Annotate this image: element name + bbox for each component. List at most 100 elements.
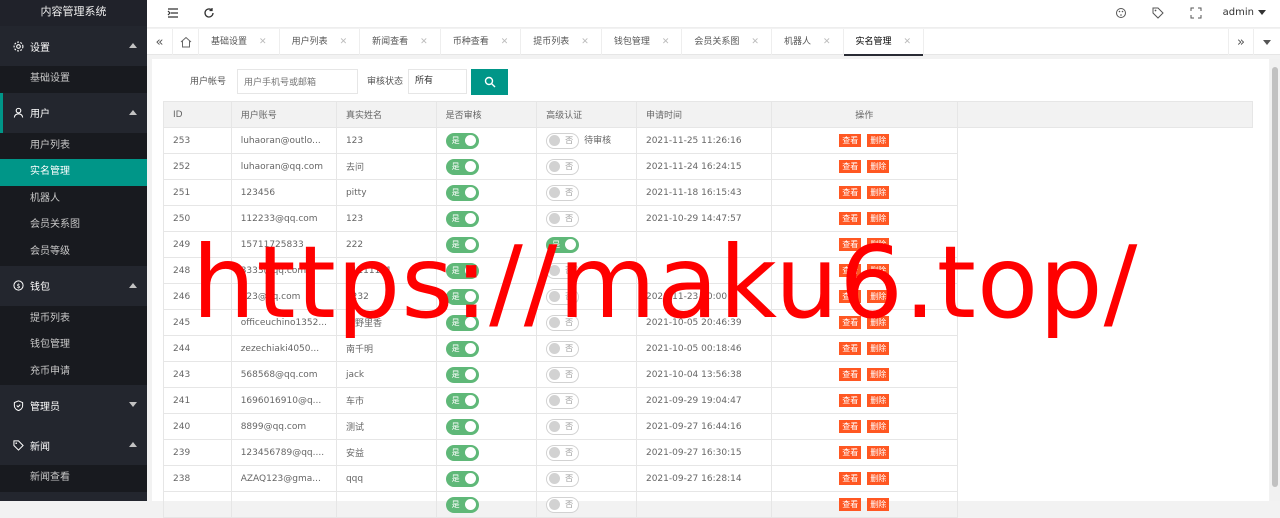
delete-button[interactable]: 删除: [867, 160, 890, 173]
refresh-icon[interactable]: [202, 6, 216, 20]
sidebar-item[interactable]: 用户列表: [0, 133, 147, 160]
sidebar-group-2[interactable]: $ 钱包: [0, 266, 147, 306]
view-button[interactable]: 查看: [839, 264, 862, 277]
close-icon[interactable]: ✕: [904, 37, 912, 47]
audit-switch[interactable]: 是: [445, 262, 479, 279]
sidebar-item[interactable]: 会员关系图: [0, 212, 147, 239]
tab[interactable]: 币种查看 ✕: [441, 29, 522, 55]
advanced-switch[interactable]: 否: [546, 210, 580, 227]
account-search-input[interactable]: [237, 69, 358, 94]
view-button[interactable]: 查看: [839, 160, 862, 173]
advanced-switch[interactable]: 否: [546, 444, 580, 461]
home-icon[interactable]: [173, 29, 199, 55]
tabs-scroll-left-icon[interactable]: «: [147, 29, 173, 55]
view-button[interactable]: 查看: [839, 394, 862, 407]
view-button[interactable]: 查看: [839, 238, 862, 251]
tabs-menu-icon[interactable]: [1254, 29, 1280, 55]
delete-button[interactable]: 删除: [867, 394, 890, 407]
advanced-switch[interactable]: 否: [546, 496, 580, 513]
tabs-scroll-right-icon[interactable]: »: [1228, 29, 1254, 55]
advanced-switch[interactable]: 否: [546, 418, 580, 435]
audit-switch[interactable]: 是: [445, 132, 479, 149]
close-icon[interactable]: ✕: [751, 37, 759, 47]
sidebar-group-1[interactable]: 用户: [0, 92, 147, 133]
tab[interactable]: 基础设置 ✕: [199, 29, 280, 55]
sidebar-item[interactable]: 充币申请: [0, 359, 147, 386]
audit-switch[interactable]: 是: [445, 444, 479, 461]
view-button[interactable]: 查看: [839, 472, 862, 485]
delete-button[interactable]: 删除: [867, 264, 890, 277]
close-icon[interactable]: ✕: [340, 37, 348, 47]
close-icon[interactable]: ✕: [662, 37, 670, 47]
delete-button[interactable]: 删除: [867, 238, 890, 251]
advanced-switch[interactable]: 否: [546, 262, 580, 279]
tab[interactable]: 实名管理 ✕: [843, 29, 925, 56]
delete-button[interactable]: 删除: [867, 446, 890, 459]
delete-button[interactable]: 删除: [867, 186, 890, 199]
tab[interactable]: 钱包管理 ✕: [602, 29, 683, 55]
audit-switch[interactable]: 是: [445, 470, 479, 487]
sidebar-item[interactable]: 基础设置: [0, 66, 147, 93]
audit-switch[interactable]: 是: [445, 210, 479, 227]
advanced-switch[interactable]: 否: [546, 340, 580, 357]
delete-button[interactable]: 删除: [867, 316, 890, 329]
tab[interactable]: 会员关系图 ✕: [682, 29, 772, 55]
view-button[interactable]: 查看: [839, 368, 862, 381]
fullscreen-icon[interactable]: [1189, 6, 1203, 20]
close-icon[interactable]: ✕: [259, 37, 267, 47]
advanced-switch[interactable]: 否: [546, 314, 580, 331]
view-button[interactable]: 查看: [839, 316, 862, 329]
view-button[interactable]: 查看: [839, 134, 862, 147]
audit-switch[interactable]: 是: [445, 158, 479, 175]
scrollbar-thumb[interactable]: [1272, 67, 1278, 487]
tab[interactable]: 机器人 ✕: [772, 29, 844, 55]
delete-button[interactable]: 删除: [867, 290, 890, 303]
delete-button[interactable]: 删除: [867, 368, 890, 381]
audit-switch[interactable]: 是: [445, 340, 479, 357]
audit-switch[interactable]: 是: [445, 366, 479, 383]
view-button[interactable]: 查看: [839, 446, 862, 459]
advanced-switch[interactable]: 否: [546, 366, 580, 383]
view-button[interactable]: 查看: [839, 186, 862, 199]
sidebar-item[interactable]: 提币列表: [0, 306, 147, 333]
view-button[interactable]: 查看: [839, 420, 862, 433]
audit-switch[interactable]: 是: [445, 418, 479, 435]
delete-button[interactable]: 删除: [867, 134, 890, 147]
theme-icon[interactable]: [1114, 6, 1128, 20]
sidebar-item[interactable]: 钱包管理: [0, 332, 147, 359]
audit-switch[interactable]: 是: [445, 496, 479, 513]
advanced-switch[interactable]: 是: [546, 236, 580, 253]
advanced-switch[interactable]: 否: [546, 392, 580, 409]
close-icon[interactable]: ✕: [501, 37, 509, 47]
advanced-switch[interactable]: 否: [546, 288, 580, 305]
tab[interactable]: 提币列表 ✕: [521, 29, 602, 55]
sidebar-item[interactable]: 新闻查看: [0, 465, 147, 492]
view-button[interactable]: 查看: [839, 212, 862, 225]
page-scrollbar[interactable]: [1270, 59, 1280, 501]
delete-button[interactable]: 删除: [867, 498, 890, 511]
sidebar-item[interactable]: 会员等级: [0, 239, 147, 266]
delete-button[interactable]: 删除: [867, 212, 890, 225]
sidebar-group-4[interactable]: 新闻: [0, 425, 147, 465]
tag-icon[interactable]: [1151, 6, 1165, 20]
delete-button[interactable]: 删除: [867, 472, 890, 485]
sidebar-item[interactable]: 实名管理: [0, 159, 147, 186]
advanced-switch[interactable]: 否: [546, 158, 580, 175]
audit-switch[interactable]: 是: [445, 288, 479, 305]
audit-switch[interactable]: 是: [445, 392, 479, 409]
search-button[interactable]: [471, 69, 508, 95]
user-menu[interactable]: admin: [1223, 7, 1266, 18]
advanced-switch[interactable]: 否: [546, 470, 580, 487]
view-button[interactable]: 查看: [839, 342, 862, 355]
delete-button[interactable]: 删除: [867, 420, 890, 433]
close-icon[interactable]: ✕: [420, 37, 428, 47]
view-button[interactable]: 查看: [839, 290, 862, 303]
sidebar-group-0[interactable]: 设置: [0, 26, 147, 66]
tab[interactable]: 新闻查看 ✕: [360, 29, 441, 55]
audit-switch[interactable]: 是: [445, 236, 479, 253]
audit-switch[interactable]: 是: [445, 314, 479, 331]
delete-button[interactable]: 删除: [867, 342, 890, 355]
sidebar-group-3[interactable]: 管理员: [0, 385, 147, 425]
menu-fold-icon[interactable]: [166, 6, 180, 20]
advanced-switch[interactable]: 否: [546, 184, 580, 201]
